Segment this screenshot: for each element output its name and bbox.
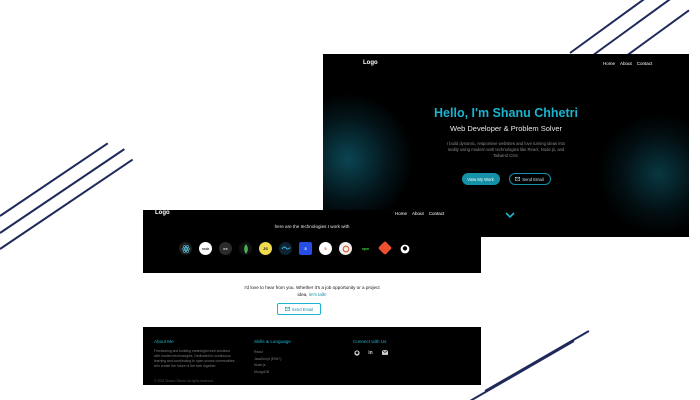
send-email-button[interactable]: Send Email: [508, 173, 551, 185]
send-email-label: Send Email: [291, 306, 314, 312]
deco-line: [569, 0, 668, 54]
view-work-button[interactable]: View My Work: [461, 173, 500, 185]
github-icon[interactable]: [353, 349, 360, 356]
nav-home[interactable]: Home: [395, 211, 407, 216]
nav-contact[interactable]: Contact: [637, 61, 653, 66]
hero-description: I build dynamic, responsive websites and…: [446, 141, 565, 158]
nav-contact[interactable]: Contact: [429, 211, 445, 216]
footer-skills-list: React JavaScript (ES6+) Node.js MongoDB: [254, 349, 291, 375]
git-icon: [377, 240, 393, 256]
deco-line: [469, 340, 575, 400]
hero-subtitle: Web Developer & Problem Solver: [450, 124, 562, 133]
deco-line: [0, 142, 109, 217]
footer-skills: Skills & Language React JavaScript (ES6+…: [254, 339, 291, 375]
tailwind-icon: [279, 242, 292, 255]
javascript-icon: JS: [259, 242, 272, 255]
footer-about: About Me Freelancing and building meanin…: [154, 339, 236, 369]
linkedin-icon[interactable]: in: [367, 349, 374, 356]
footer-section: About Me Freelancing and building meanin…: [143, 327, 481, 385]
footer-about-text: Freelancing and building meaningful web …: [154, 349, 236, 368]
footer-connect-heading: Connect with Us: [353, 339, 387, 344]
chevron-down-icon[interactable]: [505, 211, 515, 219]
tech-icons-row: node ex JS 3 5 npm: [179, 240, 411, 256]
footer-about-heading: About Me: [154, 339, 174, 344]
tech-section: Logo Home About Contact here are the tec…: [143, 210, 481, 273]
send-email-label: Send Email: [522, 176, 544, 182]
express-icon: ex: [219, 242, 232, 255]
footer-copyright: © 2024 Shanu Chhetri. All rights reserve…: [154, 379, 214, 383]
mongodb-icon: [239, 242, 252, 255]
logo[interactable]: Logo: [363, 60, 378, 66]
mail-icon: [284, 307, 290, 311]
deco-line: [0, 148, 125, 234]
hero-navbar: Logo Home About Contact: [323, 54, 689, 72]
nav-about[interactable]: About: [412, 211, 424, 216]
front-window: Logo Home About Contact here are the tec…: [143, 210, 481, 385]
nav-about[interactable]: About: [620, 61, 632, 66]
nav-links: Home About Contact: [603, 61, 652, 66]
react-icon: [179, 242, 192, 255]
mail-icon: [515, 177, 521, 181]
mail-icon[interactable]: [381, 349, 388, 356]
screenshot-stage: Logo Home About Contact Hello, I'm Shanu…: [0, 0, 700, 400]
footer-skills-heading: Skills & Language: [254, 339, 291, 344]
skill-item: MongoDB: [254, 369, 270, 374]
hero-buttons: View My Work Send Email: [323, 173, 689, 185]
contact-section: I'd love to hear from you. Whether it's …: [143, 273, 481, 327]
logo[interactable]: Logo: [155, 210, 170, 216]
footer-connect: Connect with Us in: [353, 339, 388, 356]
nav-home[interactable]: Home: [603, 61, 615, 66]
contact-link[interactable]: let's talk!: [309, 292, 327, 297]
deco-line: [0, 158, 134, 250]
hero-title: Hello, I'm Shanu Chhetri: [434, 106, 578, 120]
contact-text: I'd love to hear from you. Whether it's …: [243, 285, 381, 298]
footer-social-icons: in: [353, 349, 388, 356]
npm-icon: npm: [359, 242, 372, 255]
nodejs-icon: node: [199, 242, 212, 255]
nav-links: Home About Contact: [395, 211, 444, 216]
css3-icon: 3: [299, 242, 312, 255]
github-icon: [398, 242, 411, 255]
redux-icon: [339, 242, 352, 255]
html5-icon: 5: [319, 242, 332, 255]
contact-send-email-button[interactable]: Send Email: [277, 303, 321, 315]
tech-title: here are the technologies I work with: [274, 224, 350, 229]
